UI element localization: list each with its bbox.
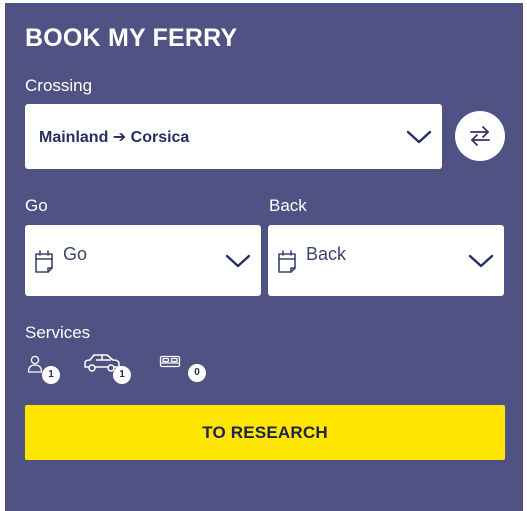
go-label: Go <box>25 196 48 215</box>
swap-arrows-icon <box>470 126 490 146</box>
booking-widget: BOOK MY FERRY Crossing Mainland ➔ Corsic… <box>5 3 523 511</box>
go-date-select[interactable]: Go <box>25 225 261 296</box>
passenger-icon <box>27 355 43 373</box>
services-label: Services <box>25 323 91 342</box>
calendar-icon <box>278 250 296 273</box>
go-date-value: Go <box>63 244 88 264</box>
research-button[interactable]: TO RESEARCH <box>25 405 505 460</box>
calendar-icon <box>35 250 53 273</box>
passenger-count-badge: 1 <box>42 366 60 384</box>
cabin-count-badge: 0 <box>188 364 206 382</box>
crossing-select[interactable]: Mainland ➔ Corsica <box>25 104 442 169</box>
back-date-value: Back <box>306 244 347 264</box>
chevron-down-icon <box>225 254 251 268</box>
chevron-down-icon <box>468 254 494 268</box>
widget-title: BOOK MY FERRY <box>25 24 238 52</box>
cabins-selector[interactable]: 0 <box>159 353 211 388</box>
back-label: Back <box>269 196 307 215</box>
crossing-value: Mainland ➔ Corsica <box>39 129 190 146</box>
back-date-select[interactable]: Back <box>268 225 504 296</box>
vehicle-count-badge: 1 <box>113 366 131 384</box>
cabin-bed-icon <box>159 355 181 368</box>
crossing-label: Crossing <box>25 76 93 95</box>
chevron-down-icon <box>406 130 432 144</box>
passengers-selector[interactable]: 1 <box>27 353 67 388</box>
vehicles-selector[interactable]: 1 <box>83 351 135 387</box>
swap-direction-button[interactable] <box>455 111 505 161</box>
